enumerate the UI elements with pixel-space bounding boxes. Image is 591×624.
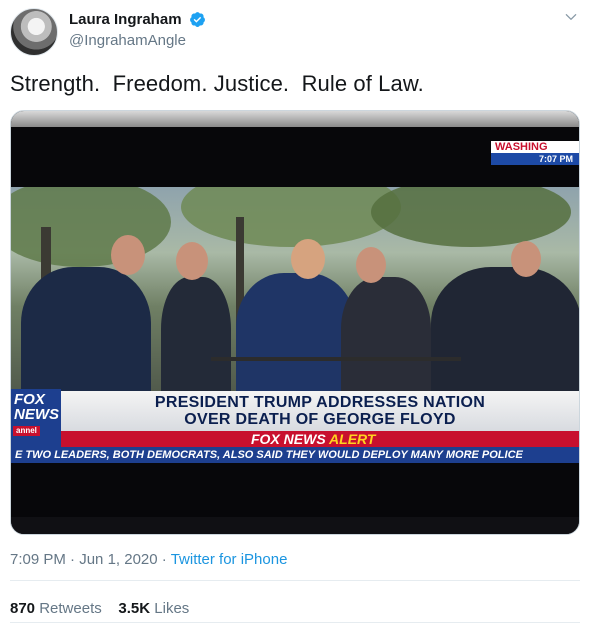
meta-separator-2: · — [157, 551, 171, 568]
retweets-label: Retweets — [39, 600, 102, 617]
tweet-media-photo[interactable]: WASHING 7:07 PM FOX NEWS annel PRESIDENT… — [10, 110, 580, 535]
headline-line-2: OVER DEATH OF GEORGE FLOYD — [184, 411, 456, 428]
news-lower-third: FOX NEWS annel PRESIDENT TRUMP ADDRESSES… — [11, 389, 579, 463]
news-alert-bar: FOX NEWS ALERT — [61, 431, 579, 447]
avatar[interactable] — [10, 8, 58, 56]
tv-screen: WASHING 7:07 PM FOX NEWS annel PRESIDENT… — [11, 127, 579, 517]
live-location: WASHING — [491, 141, 579, 153]
likes-count: 3.5K — [118, 600, 151, 617]
chevron-down-icon[interactable] — [564, 10, 578, 24]
news-ticker: E TWO LEADERS, BOTH DEMOCRATS, ALSO SAID… — [11, 447, 579, 463]
verified-badge-icon — [190, 12, 205, 27]
author-handle[interactable]: @IngrahamAngle — [69, 31, 206, 50]
likes-label: Likes — [154, 600, 190, 617]
retweets-stat[interactable]: 870 Retweets — [10, 600, 102, 617]
tweet-header: Laura Ingraham @IngrahamAngle — [10, 6, 580, 56]
live-time: 7:07 PM — [491, 153, 579, 165]
tweet-card: Laura Ingraham @IngrahamAngle Strength. … — [0, 0, 591, 624]
tweet-stats: 870 Retweets 3.5K Likes — [10, 599, 189, 619]
likes-stat[interactable]: 3.5K Likes — [118, 600, 189, 617]
divider — [10, 580, 580, 581]
news-headline: PRESIDENT TRUMP ADDRESSES NATION OVER DE… — [61, 391, 579, 431]
tweet-text: Strength. Freedom. Justice. Rule of Law. — [10, 71, 424, 96]
alert-word: ALERT — [329, 431, 376, 447]
tweet-source-link[interactable]: Twitter for iPhone — [171, 551, 288, 568]
tweet-time[interactable]: 7:09 PM — [10, 551, 66, 568]
broadcast-scene — [11, 187, 579, 405]
tv-bezel-bottom — [11, 517, 579, 534]
meta-separator: · — [65, 551, 80, 568]
author-block: Laura Ingraham @IngrahamAngle — [69, 10, 206, 50]
tv-wall-top — [11, 111, 579, 127]
tweet-date[interactable]: Jun 1, 2020 — [79, 551, 157, 568]
retweets-count: 870 — [10, 600, 36, 617]
live-location-badge: WASHING 7:07 PM — [491, 141, 579, 165]
author-display-name[interactable]: Laura Ingraham — [69, 10, 182, 29]
headline-line-1: PRESIDENT TRUMP ADDRESSES NATION — [154, 394, 486, 411]
tweet-timestamp-line: 7:09 PM · Jun 1, 2020 · Twitter for iPho… — [10, 550, 287, 570]
divider-bottom — [10, 622, 580, 623]
alert-brand: FOX NEWS — [251, 431, 326, 447]
fox-news-logo: FOX NEWS annel — [11, 389, 61, 447]
